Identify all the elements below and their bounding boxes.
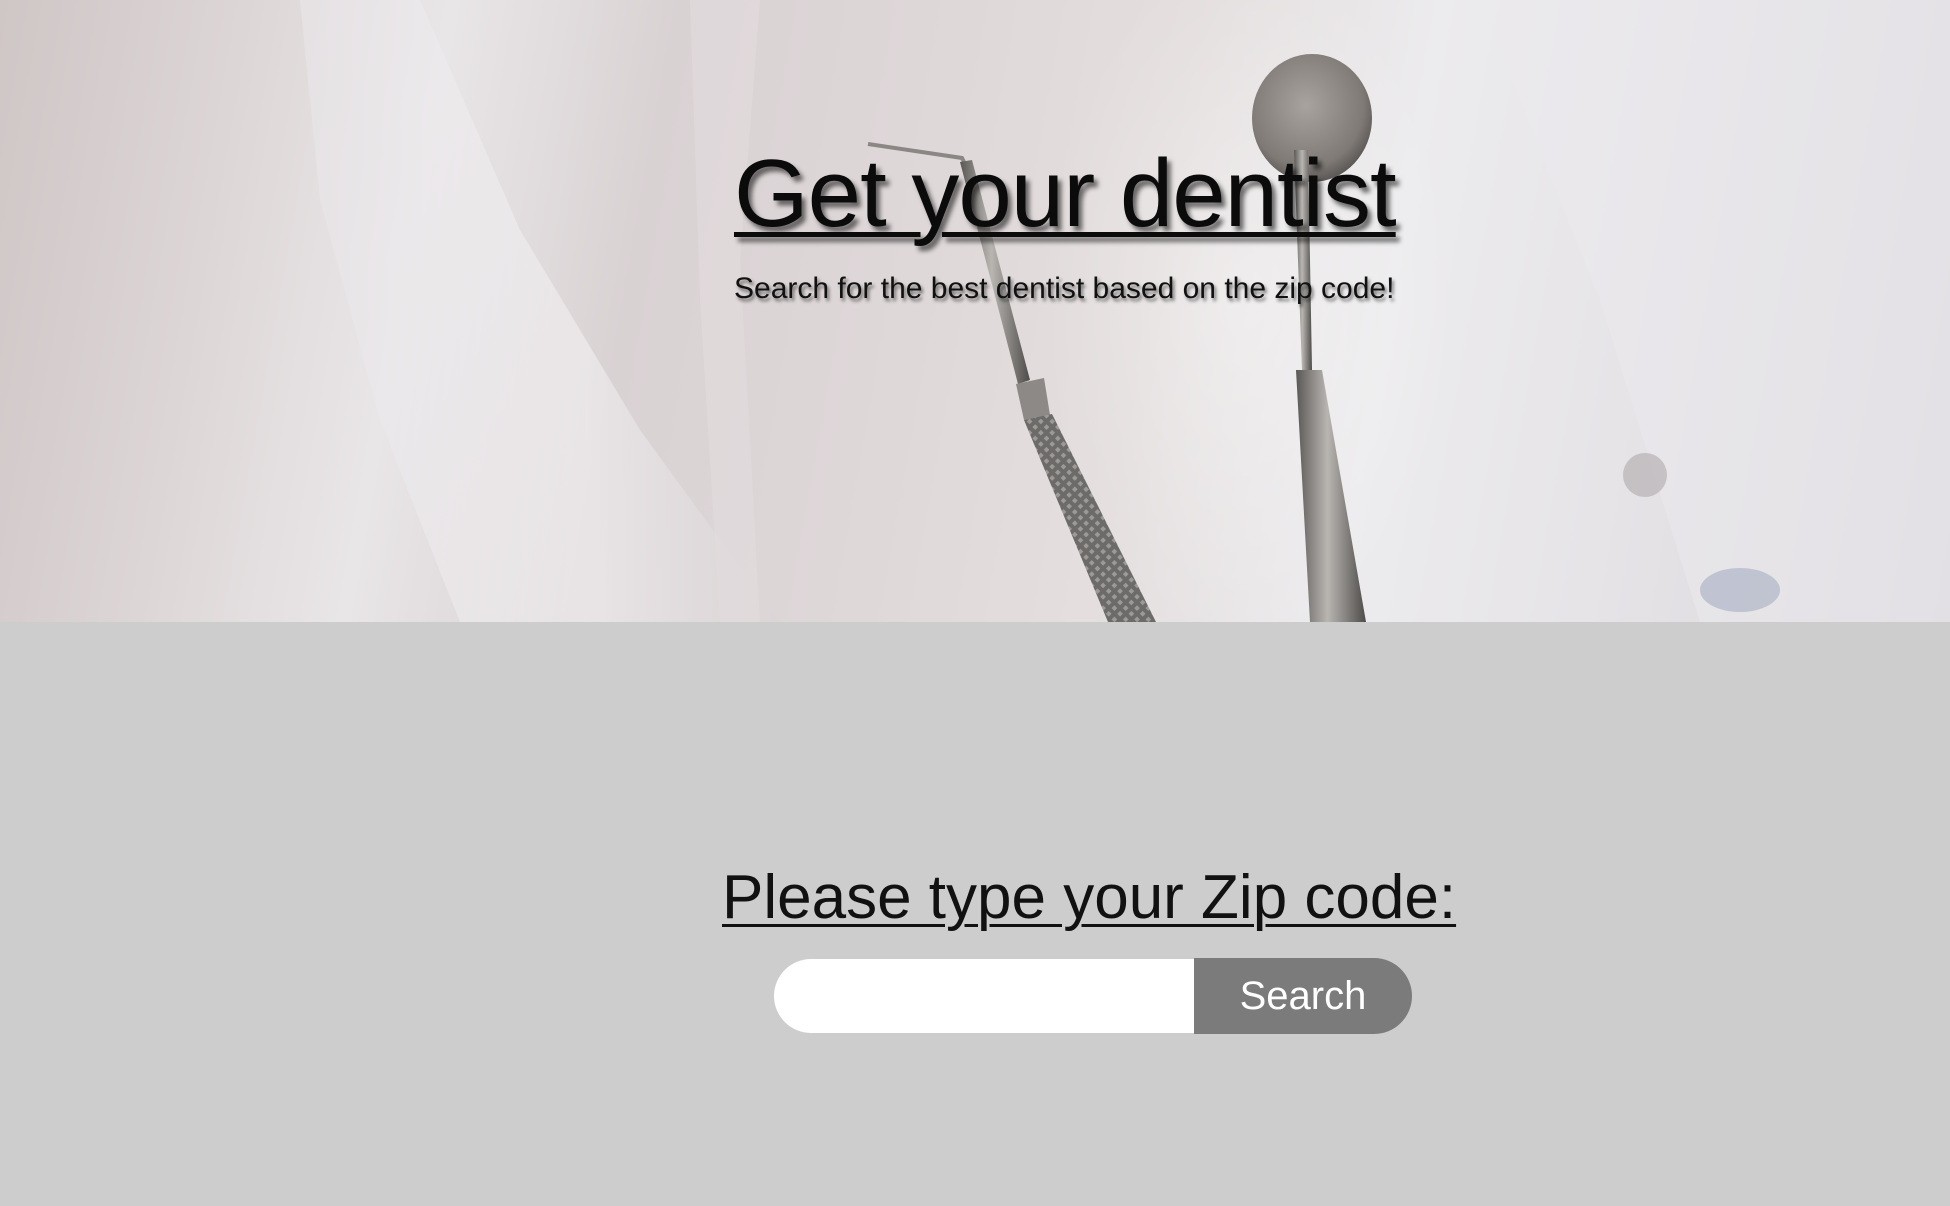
zip-search-section: Please type your Zip code: Search: [0, 622, 1950, 1206]
dentist-photo: [300, 0, 1950, 622]
zip-code-input[interactable]: [774, 959, 1194, 1033]
page-title: Get your dentist: [734, 140, 1397, 247]
hero-banner: Get your dentist Search for the best den…: [0, 0, 1950, 622]
page: Get your dentist Search for the best den…: [0, 0, 1950, 1206]
zip-code-label: Please type your Zip code:: [722, 863, 1457, 932]
search-button[interactable]: Search: [1194, 958, 1412, 1034]
search-bar: Search: [774, 958, 1412, 1034]
hero-text: Get your dentist Search for the best den…: [734, 140, 1397, 306]
page-subtitle: Search for the best dentist based on the…: [734, 272, 1395, 305]
